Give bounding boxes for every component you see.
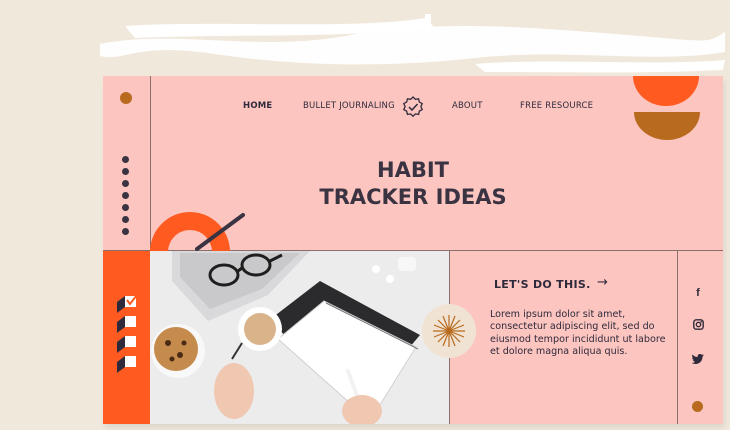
nav-bullet-journaling[interactable]: BULLET JOURNALING [303,101,395,111]
cta-label[interactable]: LET'S DO THIS. [494,278,591,291]
brown-half-circle-decoration [634,112,700,140]
sunburst-icon [422,304,476,358]
facebook-icon[interactable]: f [683,287,713,299]
brown-dot [120,92,132,104]
hero-title-line1: HABIT [377,158,449,182]
social-divider [677,251,678,424]
landing-page-card: HOME BULLET JOURNALING ABOUT FREE RESOUR… [103,76,723,424]
body-text: Lorem ipsum dolor sit amet, consectetur … [490,309,666,357]
nav-home[interactable]: HOME [243,101,272,111]
hero-title-line2: TRACKER IDEAS [319,185,507,209]
checkbox-stack-icon [117,296,138,373]
twitter-icon[interactable] [691,349,704,368]
brush-stroke-decoration [100,14,725,73]
brown-dot-bottom [692,401,703,412]
nav-about[interactable]: ABOUT [452,101,483,111]
nav-free-resource[interactable]: FREE RESOURCE [520,101,593,111]
arrow-right-icon[interactable]: → [597,275,608,290]
pen-decoration [195,213,245,251]
desk-photo-illustration [150,251,449,424]
desk-photo [150,251,449,424]
orange-half-circle-decoration [633,76,699,106]
instagram-icon[interactable] [693,315,704,334]
badge-check-icon[interactable] [402,96,424,122]
